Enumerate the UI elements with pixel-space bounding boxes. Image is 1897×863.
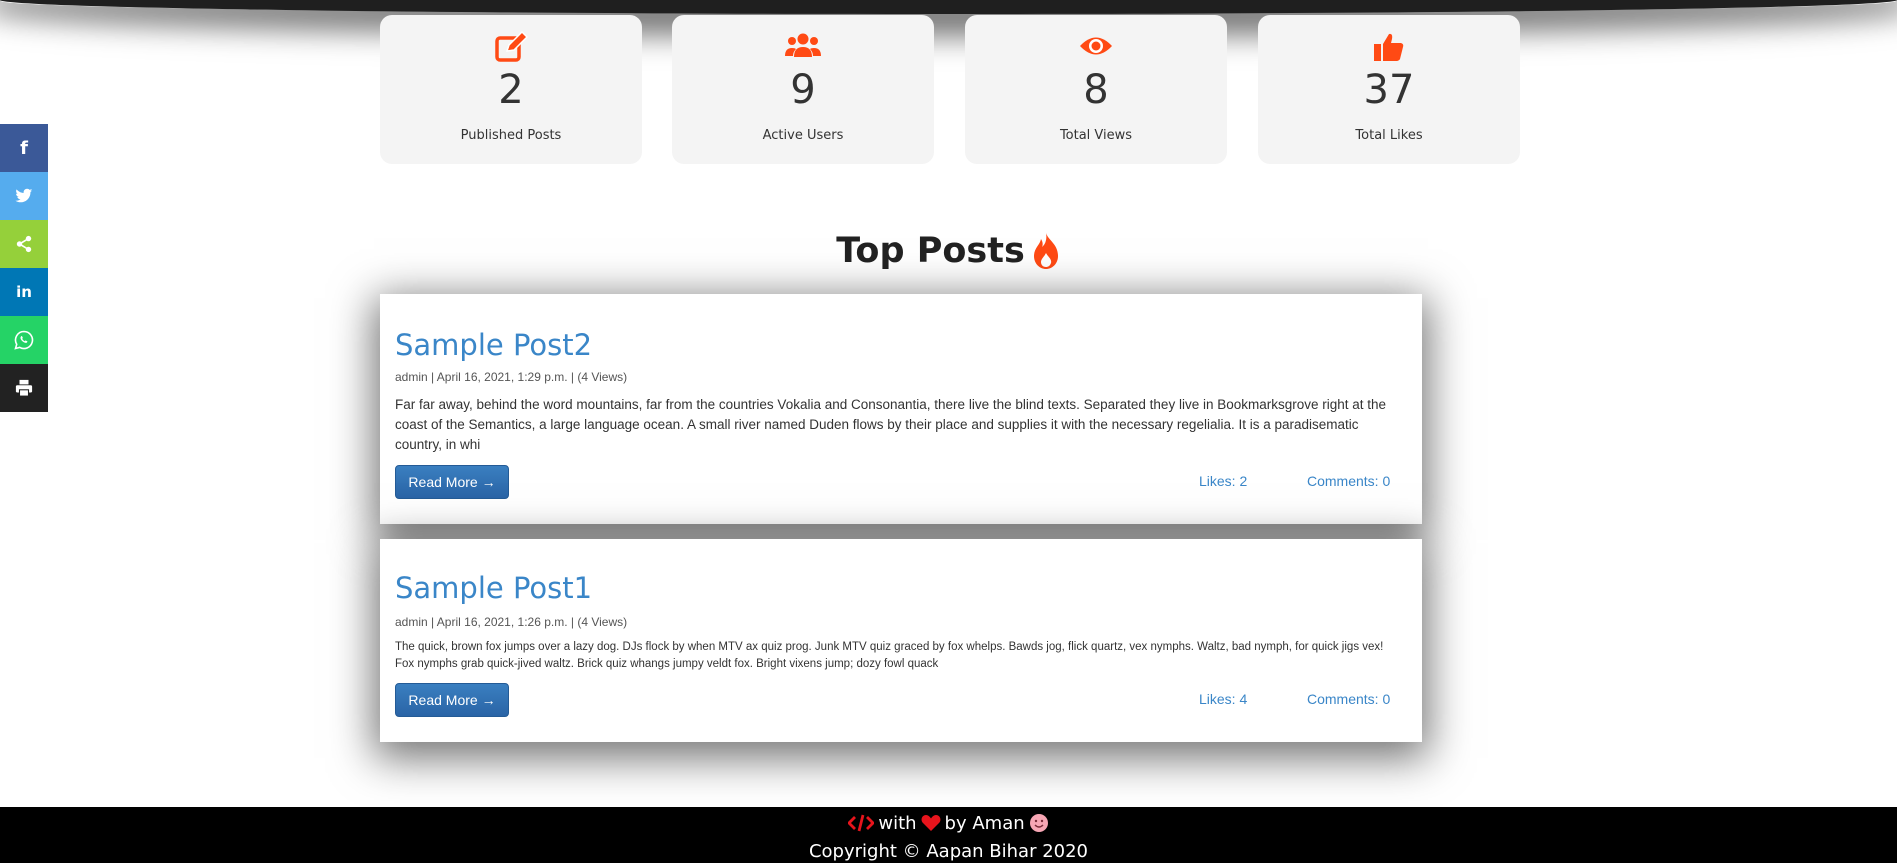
facebook-icon: f: [20, 137, 28, 159]
stat-count: 9: [790, 67, 816, 113]
stat-label: Total Likes: [1355, 128, 1423, 143]
code-icon: [848, 814, 875, 832]
footer-credit: with by Aman: [0, 811, 1897, 835]
users-icon: [672, 31, 934, 65]
edit-icon: [380, 31, 642, 65]
footer-by-text: by Aman: [944, 812, 1025, 834]
post-card: Sample Post1 admin | April 16, 2021, 1:2…: [380, 539, 1422, 742]
smiley-icon: [1029, 814, 1048, 832]
read-more-button[interactable]: Read More →: [395, 465, 509, 499]
stat-card-total-views: 8 Total Views: [965, 15, 1227, 164]
read-more-button[interactable]: Read More →: [395, 683, 509, 717]
print-icon: [15, 379, 33, 397]
footer-copyright: Copyright © Aapan Bihar 2020: [808, 841, 1089, 862]
thumbs-up-icon: [1258, 31, 1520, 65]
stat-card-published-posts: 2 Published Posts: [380, 15, 642, 164]
stat-count: 37: [1363, 67, 1415, 113]
post-meta: admin | April 16, 2021, 1:26 p.m. | (4 V…: [395, 615, 628, 629]
post-title-link[interactable]: Sample Post2: [395, 328, 592, 362]
navbar-shadow: [0, 0, 1897, 14]
stat-count: 8: [1083, 67, 1109, 113]
post-comments-link[interactable]: Comments: 0: [1307, 473, 1390, 489]
heart-icon: [921, 815, 940, 831]
post-likes-link[interactable]: Likes: 2: [1199, 473, 1247, 489]
stat-card-total-likes: 37 Total Likes: [1258, 15, 1520, 164]
footer: with by Aman Copyright © Aapan Bihar 202…: [0, 807, 1897, 863]
facebook-share-button[interactable]: f: [0, 124, 48, 172]
top-posts-heading: Top Posts: [0, 231, 1897, 271]
post-card: Sample Post2 admin | April 16, 2021, 1:2…: [380, 294, 1422, 524]
print-button[interactable]: [0, 364, 48, 412]
twitter-icon: [15, 188, 33, 203]
post-comments-link[interactable]: Comments: 0: [1307, 691, 1390, 707]
eye-icon: [965, 31, 1227, 65]
whatsapp-icon: [14, 330, 34, 350]
post-title-link[interactable]: Sample Post1: [395, 571, 592, 605]
post-meta: admin | April 16, 2021, 1:29 p.m. | (4 V…: [395, 370, 628, 384]
linkedin-icon: in: [16, 283, 32, 301]
heading-text: Top Posts: [836, 231, 1025, 271]
footer-with-text: with: [878, 812, 917, 834]
stat-label: Active Users: [762, 128, 844, 143]
fire-icon: [1033, 233, 1058, 269]
post-likes-link[interactable]: Likes: 4: [1199, 691, 1247, 707]
stat-count: 2: [498, 67, 524, 113]
twitter-share-button[interactable]: [0, 172, 48, 220]
post-excerpt: The quick, brown fox jumps over a lazy d…: [395, 641, 1384, 670]
stat-label: Total Views: [1059, 128, 1133, 143]
linkedin-share-button[interactable]: in: [0, 268, 48, 316]
stats-row: 2 Published Posts 9 Active Users 8 Total…: [380, 15, 1520, 164]
post-excerpt: Far far away, behind the word mountains,…: [395, 397, 1387, 452]
stat-label: Published Posts: [460, 128, 562, 143]
whatsapp-share-button[interactable]: [0, 316, 48, 364]
stat-card-active-users: 9 Active Users: [672, 15, 934, 164]
